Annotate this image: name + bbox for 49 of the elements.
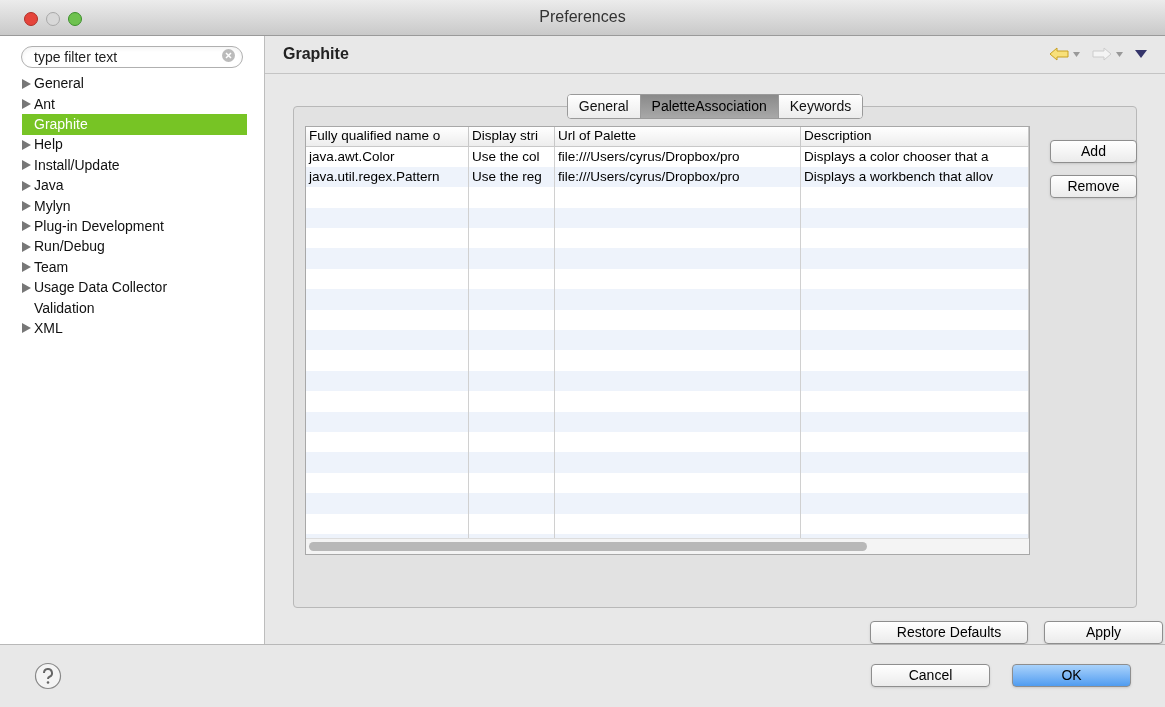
tree-item[interactable]: General (22, 73, 247, 94)
button[interactable]: Cancel (871, 664, 990, 688)
page-title: Graphite (283, 44, 349, 64)
tree-item[interactable]: Ant (22, 93, 247, 115)
button[interactable]: OK (1012, 664, 1131, 688)
table-cell: Use the col (469, 146, 555, 167)
table-cell: java.awt.Color (306, 146, 469, 167)
expand-arrow-icon[interactable] (22, 99, 31, 110)
expand-arrow-icon[interactable] (22, 78, 31, 89)
tree-item[interactable]: Install/Update (22, 155, 247, 176)
zoom-icon[interactable] (68, 12, 82, 26)
tree-item[interactable]: Mylyn (22, 195, 247, 217)
expand-arrow-icon[interactable] (22, 201, 31, 212)
tree-item[interactable]: Run/Debug (22, 236, 247, 258)
expand-arrow-icon[interactable] (22, 221, 31, 232)
tree-item[interactable]: XML (22, 318, 247, 339)
column-header[interactable]: Url of Palette (555, 126, 801, 146)
tree-item[interactable]: Java (22, 175, 247, 196)
filter-field[interactable]: type filter text (21, 45, 243, 68)
tree-item[interactable]: Validation (22, 297, 247, 319)
button[interactable]: Restore Defaults (870, 620, 1028, 644)
expand-arrow-icon[interactable] (22, 139, 31, 150)
expand-arrow-icon[interactable] (22, 241, 31, 252)
tab[interactable]: PaletteAssociation (639, 94, 778, 118)
help-icon[interactable] (34, 661, 62, 690)
tree-item[interactable]: Team (22, 257, 247, 278)
dropdown-caret-icon[interactable] (1116, 51, 1123, 57)
table-cell: Displays a color chooser that a (801, 146, 1029, 167)
expand-arrow-icon[interactable] (22, 323, 31, 334)
tree-item[interactable]: Plug-in Development (22, 216, 247, 237)
table-cell: file:///Users/cyrus/Dropbox/pro (555, 146, 801, 167)
dropdown-caret-icon[interactable] (1073, 51, 1080, 57)
column-header[interactable]: Display stri (469, 126, 555, 146)
button[interactable]: Remove (1050, 174, 1137, 198)
view-menu-icon[interactable] (1135, 50, 1147, 58)
expand-arrow-icon[interactable] (22, 282, 31, 293)
tree-item[interactable]: Usage Data Collector (22, 277, 247, 298)
column-header[interactable]: Fully qualified name o (306, 126, 469, 146)
tab[interactable]: Keywords (777, 94, 863, 118)
column-header[interactable]: Description (801, 126, 1029, 146)
tree-item[interactable]: Help (22, 134, 247, 156)
window-title: Preferences (539, 7, 626, 28)
tab[interactable]: General (567, 94, 640, 118)
close-icon[interactable] (24, 12, 38, 26)
expand-arrow-icon[interactable] (22, 180, 31, 191)
button[interactable]: Add (1050, 139, 1137, 163)
button[interactable]: Apply (1044, 620, 1163, 644)
expand-arrow-icon[interactable] (22, 262, 31, 273)
expand-arrow-icon[interactable] (22, 160, 31, 171)
